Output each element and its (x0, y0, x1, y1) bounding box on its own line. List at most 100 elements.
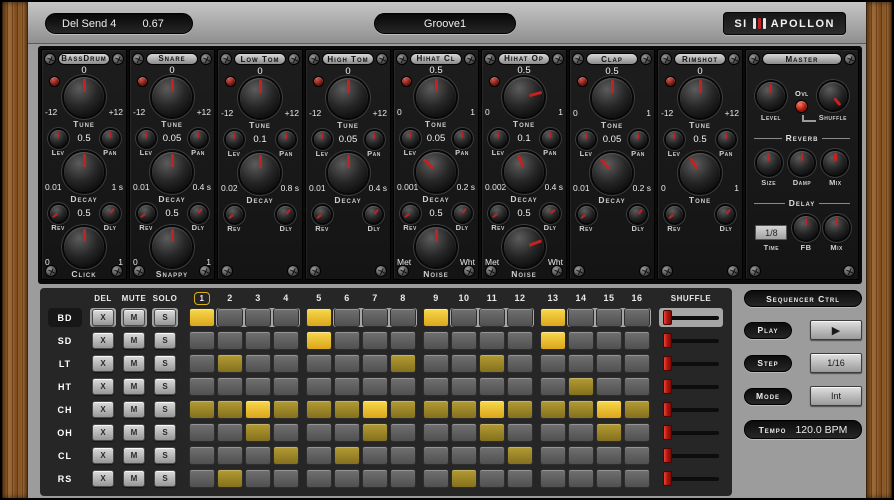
step-cell-bd-1[interactable] (189, 308, 215, 327)
shuffle-slider-bd[interactable] (659, 308, 723, 327)
step-cell-ht-13[interactable] (540, 377, 566, 396)
shuffle-slider-lt[interactable] (659, 354, 723, 373)
step-cell-ht-11[interactable] (479, 377, 505, 396)
step-cell-bd-11[interactable] (479, 308, 505, 327)
step-cell-bd-9[interactable] (423, 308, 449, 327)
hihat-op-noise-knob[interactable] (504, 227, 544, 267)
step-cell-cl-9[interactable] (423, 446, 449, 465)
delay-fb-knob[interactable] (794, 216, 818, 240)
delay-time-display[interactable]: 1/8 (755, 225, 787, 240)
step-cell-lt-16[interactable] (624, 354, 650, 373)
delete-button-ch[interactable]: X (92, 401, 114, 418)
snare-lev-knob[interactable] (138, 130, 155, 147)
step-cell-bd-7[interactable] (362, 308, 388, 327)
step-cell-bd-10[interactable] (451, 308, 477, 327)
step-cell-ht-14[interactable] (568, 377, 594, 396)
mute-button-sd[interactable]: M (123, 332, 145, 349)
solo-button-cl[interactable]: S (154, 447, 176, 464)
solo-button-ht[interactable]: S (154, 378, 176, 395)
step-cell-cl-14[interactable] (568, 446, 594, 465)
hihat-op-lev-knob[interactable] (490, 130, 507, 147)
delete-button-rs[interactable]: X (92, 470, 114, 487)
step-cell-sd-4[interactable] (273, 331, 299, 350)
step-cell-oh-6[interactable] (334, 423, 360, 442)
step-cell-lt-4[interactable] (273, 354, 299, 373)
reverb-mix-knob[interactable] (823, 151, 847, 175)
play-button[interactable]: ▶ (810, 320, 862, 340)
rimshot-dly-knob[interactable] (717, 206, 734, 223)
step-cell-ht-6[interactable] (334, 377, 360, 396)
high-tom-dly-knob[interactable] (365, 206, 382, 223)
hihat-op-rev-knob[interactable] (490, 205, 507, 222)
master-level-knob[interactable] (757, 82, 785, 110)
step-cell-oh-16[interactable] (624, 423, 650, 442)
low-tom-pan-knob[interactable] (278, 131, 295, 148)
low-tom-decay-knob[interactable] (240, 153, 280, 193)
step-cell-oh-13[interactable] (540, 423, 566, 442)
bassdrum-dly-knob[interactable] (102, 205, 119, 222)
step-cell-rs-5[interactable] (306, 469, 332, 488)
hihat-cl-decay-knob[interactable] (416, 152, 456, 192)
step-cell-lt-5[interactable] (306, 354, 332, 373)
step-cell-bd-4[interactable] (273, 308, 299, 327)
step-cell-ch-5[interactable] (306, 400, 332, 419)
step-cell-oh-15[interactable] (596, 423, 622, 442)
step-cell-lt-1[interactable] (189, 354, 215, 373)
slider-handle[interactable] (663, 379, 672, 394)
step-cell-lt-10[interactable] (451, 354, 477, 373)
step-cell-oh-14[interactable] (568, 423, 594, 442)
delete-button-cl[interactable]: X (92, 447, 114, 464)
snare-tune-knob[interactable] (152, 77, 192, 117)
step-cell-ch-4[interactable] (273, 400, 299, 419)
mute-button-lt[interactable]: M (123, 355, 145, 372)
clap-tone-knob[interactable] (592, 78, 632, 118)
step-cell-ht-7[interactable] (362, 377, 388, 396)
slider-handle[interactable] (663, 471, 672, 486)
slider-handle[interactable] (663, 310, 672, 325)
mute-button-cl[interactable]: M (123, 447, 145, 464)
step-cell-ht-15[interactable] (596, 377, 622, 396)
rimshot-tone-knob[interactable] (680, 153, 720, 193)
tempo-display[interactable]: Tempo120.0 BPM (744, 420, 862, 439)
step-cell-sd-9[interactable] (423, 331, 449, 350)
step-cell-cl-11[interactable] (479, 446, 505, 465)
clap-decay-knob[interactable] (592, 153, 632, 193)
step-cell-oh-8[interactable] (390, 423, 416, 442)
step-cell-ht-5[interactable] (306, 377, 332, 396)
step-cell-ch-11[interactable] (479, 400, 505, 419)
step-cell-sd-15[interactable] (596, 331, 622, 350)
step-cell-ht-3[interactable] (245, 377, 271, 396)
rimshot-rev-knob[interactable] (666, 206, 683, 223)
slider-handle[interactable] (663, 402, 672, 417)
step-cell-cl-5[interactable] (306, 446, 332, 465)
step-cell-ch-3[interactable] (245, 400, 271, 419)
step-cell-lt-3[interactable] (245, 354, 271, 373)
snare-decay-knob[interactable] (152, 152, 192, 192)
step-cell-oh-2[interactable] (217, 423, 243, 442)
step-cell-lt-7[interactable] (362, 354, 388, 373)
slider-handle[interactable] (663, 448, 672, 463)
step-cell-ch-6[interactable] (334, 400, 360, 419)
step-cell-ht-4[interactable] (273, 377, 299, 396)
step-cell-cl-3[interactable] (245, 446, 271, 465)
step-cell-ht-12[interactable] (507, 377, 533, 396)
step-cell-bd-12[interactable] (507, 308, 533, 327)
delete-button-bd[interactable]: X (92, 309, 114, 326)
step-cell-cl-4[interactable] (273, 446, 299, 465)
step-cell-oh-3[interactable] (245, 423, 271, 442)
delete-button-oh[interactable]: X (92, 424, 114, 441)
step-cell-cl-16[interactable] (624, 446, 650, 465)
low-tom-dly-knob[interactable] (277, 206, 294, 223)
step-cell-sd-12[interactable] (507, 331, 533, 350)
high-tom-decay-knob[interactable] (328, 153, 368, 193)
step-cell-sd-3[interactable] (245, 331, 271, 350)
master-shuffle-knob[interactable] (819, 82, 847, 110)
high-tom-tune-knob[interactable] (328, 78, 368, 118)
delete-button-ht[interactable]: X (92, 378, 114, 395)
step-button[interactable]: 1/16 (810, 353, 862, 373)
hihat-op-dly-knob[interactable] (542, 205, 559, 222)
step-cell-sd-2[interactable] (217, 331, 243, 350)
step-cell-cl-10[interactable] (451, 446, 477, 465)
step-cell-ch-14[interactable] (568, 400, 594, 419)
hihat-cl-rev-knob[interactable] (402, 205, 419, 222)
